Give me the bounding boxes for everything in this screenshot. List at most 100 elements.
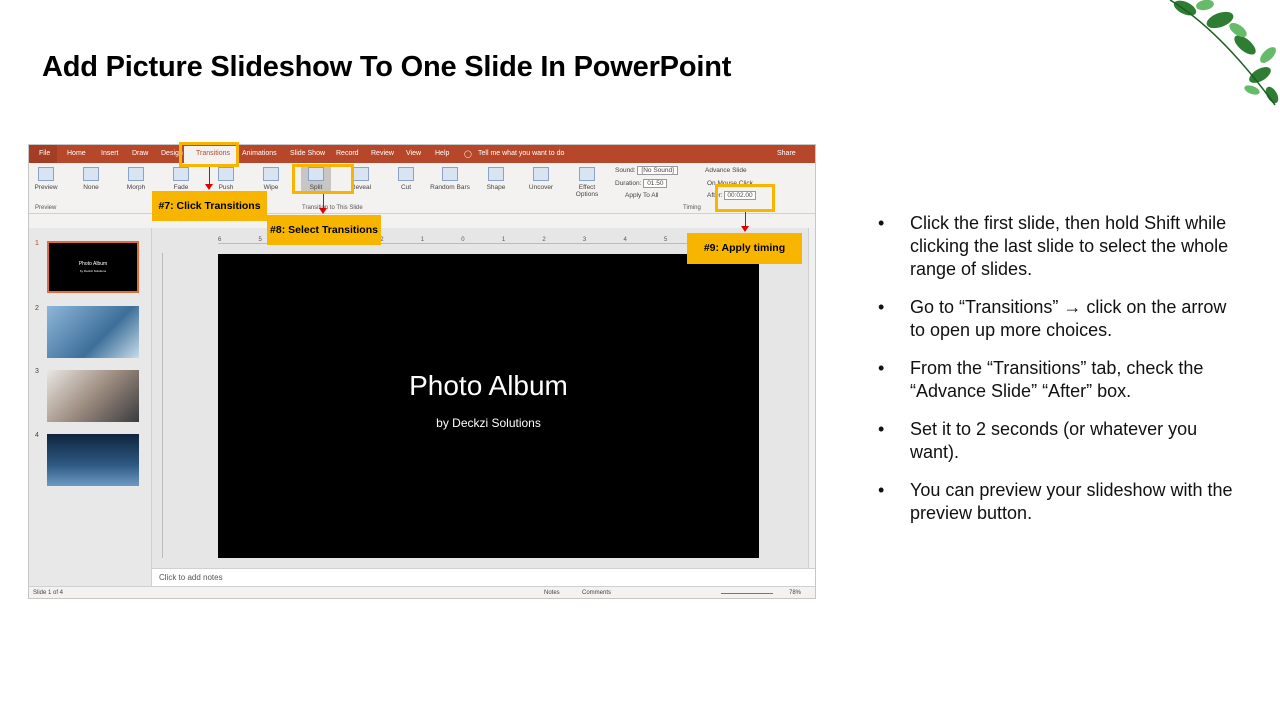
arrow-head-7 — [205, 184, 213, 190]
tab-help[interactable]: Help — [435, 150, 449, 157]
none-icon — [83, 167, 99, 181]
instruction-item: • Go to “Transitions” → click on the arro… — [878, 296, 1238, 342]
preview-button[interactable]: Preview — [31, 167, 61, 191]
tab-draw[interactable]: Draw — [132, 150, 148, 157]
preview-label: Preview — [34, 184, 58, 191]
arrow-head-8 — [319, 208, 327, 214]
highlight-split-transition — [292, 164, 354, 194]
vertical-scrollbar[interactable] — [808, 228, 815, 568]
transition-cut[interactable]: Cut — [391, 167, 421, 191]
ruler-number: 2 — [542, 237, 546, 243]
sound-row: Sound: [No Sound] — [615, 166, 678, 175]
group-timing-label: Timing — [683, 205, 701, 211]
ruler-number: 3 — [582, 237, 587, 243]
zoom-slider[interactable] — [721, 593, 773, 594]
fade-icon — [173, 167, 189, 181]
instruction-item: • Click the first slide, then hold Shift … — [878, 212, 1238, 281]
push-icon — [218, 167, 234, 181]
morph-icon — [128, 167, 144, 181]
status-bar: Slide 1 of 4 Notes Comments 78% — [29, 586, 815, 598]
slide-title[interactable]: Photo Album — [218, 370, 759, 402]
transitions-ribbon: Preview None Morph Fade Push Wipe Split … — [29, 163, 815, 214]
slide-thumbnail-2[interactable] — [47, 306, 139, 358]
slide-thumbnail-1[interactable]: Photo Album by Deckzi Solutions — [47, 241, 139, 293]
apply-to-all-button[interactable]: Apply To All — [625, 192, 658, 199]
duration-label: Duration: — [615, 180, 642, 187]
duration-field[interactable]: 01.50 — [643, 179, 668, 188]
slide-number: 2 — [35, 305, 39, 312]
transition-random-bars[interactable]: Random Bars — [430, 167, 470, 191]
transition-fade[interactable]: Fade — [166, 167, 196, 191]
tell-me-search[interactable]: Tell me what you want to do — [478, 150, 564, 157]
bullet-icon: • — [878, 419, 885, 439]
arrow-line-9 — [745, 212, 746, 226]
tab-review[interactable]: Review — [371, 150, 394, 157]
page-title: Add Picture Slideshow To One Slide In Po… — [42, 51, 732, 83]
notes-pane[interactable]: Click to add notes — [152, 568, 815, 587]
effect-options-icon — [579, 167, 595, 181]
quick-access-toolbar — [29, 214, 815, 228]
transition-label: Morph — [126, 184, 146, 191]
wipe-icon — [263, 167, 279, 181]
leaves-decoration — [1169, 0, 1279, 106]
ruler-number: 1 — [420, 237, 425, 243]
sound-dropdown[interactable]: [No Sound] — [637, 166, 678, 175]
transition-shape[interactable]: Shape — [481, 167, 511, 191]
slide-number: 4 — [35, 432, 39, 439]
effect-options-label: Effect Options — [575, 184, 599, 198]
ruler-number: 5 — [664, 237, 668, 243]
ruler-number: 5 — [258, 237, 262, 243]
tab-animations[interactable]: Animations — [242, 150, 277, 157]
transition-label: Wipe — [263, 184, 279, 191]
slide-number: 3 — [35, 368, 39, 375]
notes-placeholder: Click to add notes — [159, 573, 223, 582]
instruction-list: • Click the first slide, then hold Shift … — [878, 212, 1238, 540]
instruction-text: You can preview your slideshow with the … — [910, 480, 1233, 523]
tab-record[interactable]: Record — [336, 150, 359, 157]
ruler-number: 4 — [623, 237, 627, 243]
effect-options-button[interactable]: Effect Options — [570, 167, 604, 198]
instruction-text: From the “Transitions” tab, check the “A… — [910, 358, 1204, 401]
zoom-level[interactable]: 78% — [789, 590, 801, 596]
transition-label: Uncover — [528, 184, 554, 191]
ruler-number: 0 — [461, 237, 465, 243]
transition-push[interactable]: Push — [211, 167, 241, 191]
share-button[interactable]: Share — [777, 150, 796, 157]
slide-subtitle[interactable]: by Deckzi Solutions — [218, 416, 759, 430]
transition-wipe[interactable]: Wipe — [256, 167, 286, 191]
tab-slide-show[interactable]: Slide Show — [290, 150, 325, 157]
notes-toggle[interactable]: Notes — [544, 590, 560, 596]
lightbulb-icon: ◯ — [464, 151, 472, 158]
sound-label: Sound: — [615, 167, 636, 174]
transition-none[interactable]: None — [76, 167, 106, 191]
arrow-line-8 — [323, 194, 324, 208]
transition-morph[interactable]: Morph — [121, 167, 151, 191]
transition-label: None — [83, 184, 99, 191]
bullet-icon: • — [878, 358, 885, 378]
tab-insert[interactable]: Insert — [101, 150, 119, 157]
comments-toggle[interactable]: Comments — [582, 590, 611, 596]
arrow-head-9 — [741, 226, 749, 232]
transition-uncover[interactable]: Uncover — [526, 167, 556, 191]
ribbon-tab-bar: File Home Insert Draw Design Transitions… — [29, 145, 815, 163]
instruction-item: • You can preview your slideshow with the… — [878, 479, 1238, 525]
reveal-icon — [353, 167, 369, 181]
thumb-subtitle: by Deckzi Solutions — [79, 269, 107, 273]
ruler-number: 1 — [501, 237, 506, 243]
random-bars-icon — [442, 167, 458, 181]
tab-file[interactable]: File — [39, 150, 50, 157]
tab-home[interactable]: Home — [67, 150, 86, 157]
slide-thumbnail-3[interactable] — [47, 370, 139, 422]
duration-row: Duration: 01.50 — [615, 179, 668, 188]
instruction-text: Set it to 2 seconds (or whatever you wan… — [910, 419, 1198, 462]
slide-thumbnail-4[interactable] — [47, 434, 139, 486]
instruction-text: Click the first slide, then hold Shift w… — [910, 213, 1229, 279]
tab-view[interactable]: View — [406, 150, 421, 157]
transition-label: Random Bars — [430, 184, 470, 191]
main-slide[interactable]: Photo Album by Deckzi Solutions — [218, 254, 759, 558]
powerpoint-screenshot: File Home Insert Draw Design Transitions… — [28, 144, 816, 599]
ruler-number: 6 — [218, 237, 222, 243]
instruction-text: Go to “Transitions” → click on the arrow… — [910, 297, 1227, 340]
transition-label: Shape — [486, 184, 506, 191]
bullet-icon: • — [878, 480, 885, 500]
